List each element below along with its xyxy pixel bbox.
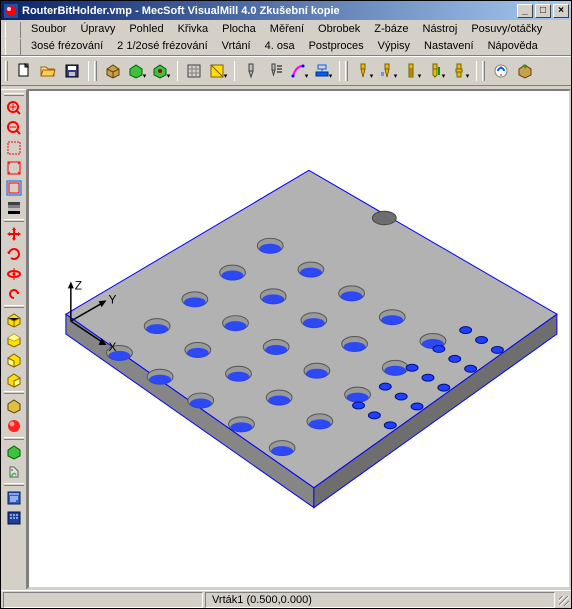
top-view-button[interactable] bbox=[3, 330, 25, 350]
front-view-button[interactable] bbox=[3, 350, 25, 370]
new-button[interactable] bbox=[13, 60, 35, 82]
bore-button[interactable] bbox=[425, 60, 447, 82]
toolbar-grip-1[interactable] bbox=[5, 61, 8, 81]
right-view-button[interactable] bbox=[3, 370, 25, 390]
svg-text:Y: Y bbox=[109, 292, 117, 306]
verify-button[interactable] bbox=[3, 462, 25, 482]
svg-text:Z: Z bbox=[75, 278, 82, 292]
resize-grip[interactable] bbox=[555, 592, 571, 608]
output-button[interactable] bbox=[3, 508, 25, 528]
tool-list-button[interactable] bbox=[264, 60, 286, 82]
stock-green-1-button[interactable] bbox=[126, 60, 148, 82]
vtoolbar-grip-1[interactable] bbox=[4, 93, 24, 96]
status-cell-1 bbox=[3, 592, 203, 608]
window-title: RouterBitHolder.vmp - MecSoft VisualMill… bbox=[22, 5, 515, 17]
menu-upravy[interactable]: Úpravy bbox=[73, 21, 122, 38]
feeds-button[interactable] bbox=[288, 60, 310, 82]
open-button[interactable] bbox=[37, 60, 59, 82]
toolbar-grip-3[interactable] bbox=[345, 61, 348, 81]
title-bar: RouterBitHolder.vmp - MecSoft VisualMill… bbox=[1, 1, 571, 20]
main-toolbar bbox=[1, 56, 571, 86]
menu-4osa[interactable]: 4. osa bbox=[258, 38, 302, 55]
zoom-window-button[interactable] bbox=[3, 138, 25, 158]
undo-view-button[interactable] bbox=[3, 284, 25, 304]
menu-posuvy[interactable]: Posuvy/otáčky bbox=[464, 21, 549, 38]
menu-vrtani[interactable]: Vrtání bbox=[215, 38, 258, 55]
menu-grip-2[interactable] bbox=[5, 39, 21, 55]
tap-button[interactable] bbox=[401, 60, 423, 82]
simulation-button[interactable] bbox=[3, 442, 25, 462]
menu-nastaveni[interactable]: Nastavení bbox=[417, 38, 481, 55]
menu-pohled[interactable]: Pohled bbox=[122, 21, 170, 38]
menu-mereni[interactable]: Měření bbox=[263, 21, 311, 38]
menu-zbaze[interactable]: Z-báze bbox=[367, 21, 415, 38]
post-button[interactable] bbox=[490, 60, 512, 82]
stock-button[interactable] bbox=[102, 60, 124, 82]
browser-button[interactable] bbox=[3, 488, 25, 508]
clearance-button[interactable] bbox=[312, 60, 334, 82]
app-icon bbox=[3, 3, 19, 19]
close-button[interactable]: × bbox=[553, 4, 569, 18]
drill-deep-button[interactable] bbox=[377, 60, 399, 82]
vtoolbar-grip-3[interactable] bbox=[4, 305, 24, 308]
minimize-button[interactable]: _ bbox=[517, 4, 533, 18]
menu-nastroj[interactable]: Nástroj bbox=[416, 21, 465, 38]
plane-yellow-button[interactable] bbox=[207, 60, 229, 82]
menu-napoveda[interactable]: Nápověda bbox=[481, 38, 545, 55]
menu-obrobek[interactable]: Obrobek bbox=[311, 21, 367, 38]
rotate-z-button[interactable] bbox=[3, 264, 25, 284]
menu-soubor[interactable]: Soubor bbox=[24, 21, 73, 38]
maximize-button[interactable]: □ bbox=[535, 4, 551, 18]
view-toolbar bbox=[1, 89, 27, 589]
menu-vypisy[interactable]: Výpisy bbox=[371, 38, 417, 55]
generate-button[interactable] bbox=[514, 60, 536, 82]
toolbar-grip-2[interactable] bbox=[94, 61, 97, 81]
drill-button[interactable] bbox=[353, 60, 375, 82]
vtoolbar-grip-6[interactable] bbox=[4, 483, 24, 486]
zoom-out-button[interactable] bbox=[3, 118, 25, 138]
menu-postproces[interactable]: Postproces bbox=[302, 38, 371, 55]
tool-button[interactable] bbox=[240, 60, 262, 82]
svg-text:X: X bbox=[109, 340, 117, 354]
3d-viewport[interactable]: Z Y X bbox=[27, 89, 571, 589]
menu-3ose[interactable]: 3osé frézování bbox=[24, 38, 110, 55]
shading-button[interactable] bbox=[3, 198, 25, 218]
menu-plocha[interactable]: Plocha bbox=[215, 21, 263, 38]
vtoolbar-grip-2[interactable] bbox=[4, 219, 24, 222]
status-bar: Vrták1 (0.500,0.000) bbox=[1, 590, 571, 608]
grid-button[interactable] bbox=[183, 60, 205, 82]
menu-grip[interactable] bbox=[5, 22, 21, 38]
sphere-stock-button[interactable] bbox=[3, 416, 25, 436]
menu-krivka[interactable]: Křivka bbox=[171, 21, 216, 38]
save-button[interactable] bbox=[61, 60, 83, 82]
vtoolbar-grip-5[interactable] bbox=[4, 437, 24, 440]
iso-view-button[interactable] bbox=[3, 310, 25, 330]
menu-bar: Soubor Úpravy Pohled Křivka Plocha Měřen… bbox=[1, 20, 571, 56]
ream-button[interactable] bbox=[449, 60, 471, 82]
toolbar-grip-4[interactable] bbox=[482, 61, 485, 81]
menu-212ose[interactable]: 2 1/2osé frézování bbox=[110, 38, 215, 55]
rotate-button[interactable] bbox=[3, 244, 25, 264]
status-text: Vrták1 (0.500,0.000) bbox=[205, 592, 555, 608]
zoom-extents-button[interactable] bbox=[3, 178, 25, 198]
stock-green-2-button[interactable] bbox=[150, 60, 172, 82]
zoom-in-button[interactable] bbox=[3, 98, 25, 118]
vtoolbar-grip-4[interactable] bbox=[4, 391, 24, 394]
zoom-fit-button[interactable] bbox=[3, 158, 25, 178]
box-stock-button[interactable] bbox=[3, 396, 25, 416]
pan-button[interactable] bbox=[3, 224, 25, 244]
